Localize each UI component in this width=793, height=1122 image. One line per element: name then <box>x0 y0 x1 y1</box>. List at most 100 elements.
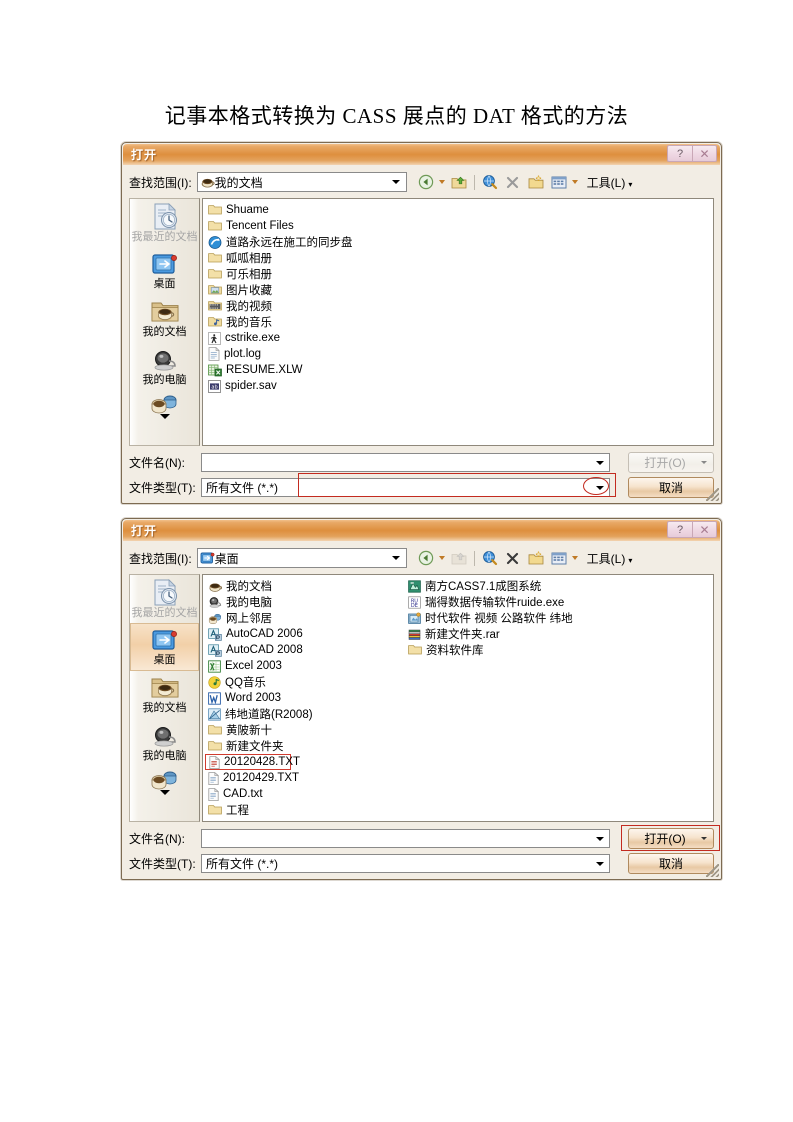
place-desktop[interactable]: 桌面 <box>130 247 199 295</box>
search-globe-icon[interactable] <box>479 172 501 192</box>
resize-grip[interactable] <box>706 488 719 501</box>
lookin-combo[interactable]: 我的文档 <box>196 172 407 192</box>
ruide-icon: RU DE <box>408 595 421 609</box>
list-item[interactable]: CAD.txt <box>205 786 405 802</box>
list-item-label: plot.log <box>224 348 262 360</box>
place-my-computer[interactable]: 我的电脑 <box>130 719 199 767</box>
search-globe-icon[interactable] <box>479 548 501 568</box>
list-item-selected-20120428[interactable]: 20120428.TXT <box>205 754 300 770</box>
list-item[interactable]: cstrike.exe <box>205 330 405 346</box>
list-item[interactable]: 时代软件 视频 公路软件 纬地 <box>405 610 605 626</box>
filetype-combo[interactable]: 所有文件 (*.*) <box>201 478 610 497</box>
list-item[interactable]: Shuame <box>205 202 405 218</box>
list-item[interactable]: AutoCAD 2006 <box>205 626 405 642</box>
place-recent-documents[interactable]: 我最近的文档 <box>130 199 199 247</box>
list-item[interactable]: Word 2003 <box>205 690 405 706</box>
cancel-button[interactable]: 取消 <box>628 853 714 874</box>
close-icon[interactable]: ✕ <box>692 521 717 538</box>
tools-menu[interactable]: 工具(L) ▾ <box>587 550 633 567</box>
list-item[interactable]: AutoCAD 2008 <box>205 642 405 658</box>
folder-icon <box>208 252 222 264</box>
delete-x-icon[interactable] <box>502 548 524 568</box>
lookin-combo[interactable]: 桌面 <box>196 548 407 568</box>
place-my-computer[interactable]: 我的电脑 <box>130 343 199 391</box>
help-icon[interactable]: ? <box>667 521 692 538</box>
list-item[interactable]: 可乐相册 <box>205 266 405 282</box>
list-item[interactable]: RU DE 瑞得数据传输软件ruide.exe <box>405 594 605 610</box>
toolbar-separator <box>473 550 475 566</box>
views-dropdown-icon[interactable] <box>571 172 580 192</box>
chevron-down-icon[interactable] <box>592 455 607 471</box>
back-dropdown-icon[interactable] <box>438 172 447 192</box>
chevron-down-icon[interactable] <box>592 480 607 496</box>
views-icon[interactable] <box>548 172 570 192</box>
place-recent-documents[interactable]: 我最近的文档 <box>130 575 199 623</box>
places-scroll-down-icon[interactable] <box>130 790 199 795</box>
place-my-documents[interactable]: 我的文档 <box>130 295 199 343</box>
chevron-down-icon[interactable] <box>592 856 607 872</box>
open-split-chevron-icon[interactable] <box>698 452 710 473</box>
list-item[interactable]: ab spider.sav <box>205 378 405 394</box>
list-item[interactable]: Tencent Files <box>205 218 405 234</box>
new-folder-icon[interactable] <box>525 172 547 192</box>
list-item[interactable]: RESUME.XLW <box>205 362 405 378</box>
help-icon[interactable]: ? <box>667 145 692 162</box>
list-item[interactable]: 资料软件库 <box>405 642 605 658</box>
close-icon[interactable]: ✕ <box>692 145 717 162</box>
list-item[interactable]: 20120429.TXT <box>205 770 405 786</box>
rar-icon <box>408 628 421 641</box>
list-item-label: Shuame <box>226 204 269 216</box>
list-item[interactable]: 图片收藏 <box>205 282 405 298</box>
chevron-down-icon[interactable] <box>592 831 607 847</box>
list-item[interactable]: 道路永远在施工的同步盘 <box>205 234 405 250</box>
list-item-label: QQ音乐 <box>225 677 266 689</box>
place-my-documents[interactable]: 我的文档 <box>130 671 199 719</box>
back-dropdown-icon[interactable] <box>438 548 447 568</box>
place-network[interactable] <box>130 391 199 421</box>
cancel-button[interactable]: 取消 <box>628 477 714 498</box>
open-button-wrap: 打开(O) <box>618 828 714 849</box>
dialog-2-toolbar: 工具(L) ▾ <box>415 548 633 568</box>
list-item[interactable]: 工程 <box>205 802 405 818</box>
list-item[interactable]: 南方CASS7.1成图系统 <box>405 578 605 594</box>
views-icon[interactable] <box>548 548 570 568</box>
place-label: 我的文档 <box>142 326 187 338</box>
list-item[interactable]: 呱呱相册 <box>205 250 405 266</box>
list-item[interactable]: 网上邻居 <box>205 610 405 626</box>
list-item[interactable]: 新建文件夹.rar <box>405 626 605 642</box>
resize-grip[interactable] <box>706 864 719 877</box>
back-arrow-icon[interactable] <box>415 172 437 192</box>
list-item[interactable]: 我的视频 <box>205 298 405 314</box>
place-network[interactable] <box>130 767 199 797</box>
list-item[interactable]: 黄陂新十 <box>205 722 405 738</box>
delete-x-icon[interactable] <box>502 172 524 192</box>
chevron-down-icon[interactable] <box>389 550 404 566</box>
dialog-1-file-list[interactable]: Shuame Tencent Files 道路永远在施工的同步盘 呱呱相册 可乐… <box>202 198 714 446</box>
list-item[interactable]: 我的电脑 <box>205 594 405 610</box>
filename-input[interactable] <box>201 829 610 848</box>
chevron-down-icon[interactable] <box>389 174 404 190</box>
list-item[interactable]: QQ音乐 <box>205 674 405 690</box>
filetype-combo[interactable]: 所有文件 (*.*) <box>201 854 610 873</box>
new-folder-icon[interactable] <box>525 548 547 568</box>
list-item[interactable]: plot.log <box>205 346 405 362</box>
list-item[interactable]: 我的文档 <box>205 578 405 594</box>
place-label: 我最近的文档 <box>131 231 198 243</box>
text-file-icon <box>208 771 219 785</box>
list-item[interactable]: 纬地道路(R2008) <box>205 706 405 722</box>
list-item[interactable]: 新建文件夹 <box>205 738 405 754</box>
list-item[interactable]: Excel 2003 <box>205 658 405 674</box>
dialog-2-file-list[interactable]: 我的文档 我的电脑 网上邻居 AutoCAD 2006 AutoCAD 2008… <box>202 574 714 822</box>
up-folder-icon[interactable] <box>448 172 470 192</box>
open-split-chevron-icon[interactable] <box>698 828 710 849</box>
place-desktop[interactable]: 桌面 <box>130 623 199 671</box>
places-scroll-down-icon[interactable] <box>130 414 199 419</box>
dialog-1-places-bar: 我最近的文档 桌面 我的文档 我的电脑 <box>129 198 200 446</box>
tools-chevron-icon: ▾ <box>628 555 633 565</box>
views-dropdown-icon[interactable] <box>571 548 580 568</box>
folder-icon <box>208 220 222 232</box>
list-item[interactable]: 我的音乐 <box>205 314 405 330</box>
tools-menu[interactable]: 工具(L) ▾ <box>587 174 633 191</box>
back-arrow-icon[interactable] <box>415 548 437 568</box>
filename-input[interactable] <box>201 453 610 472</box>
